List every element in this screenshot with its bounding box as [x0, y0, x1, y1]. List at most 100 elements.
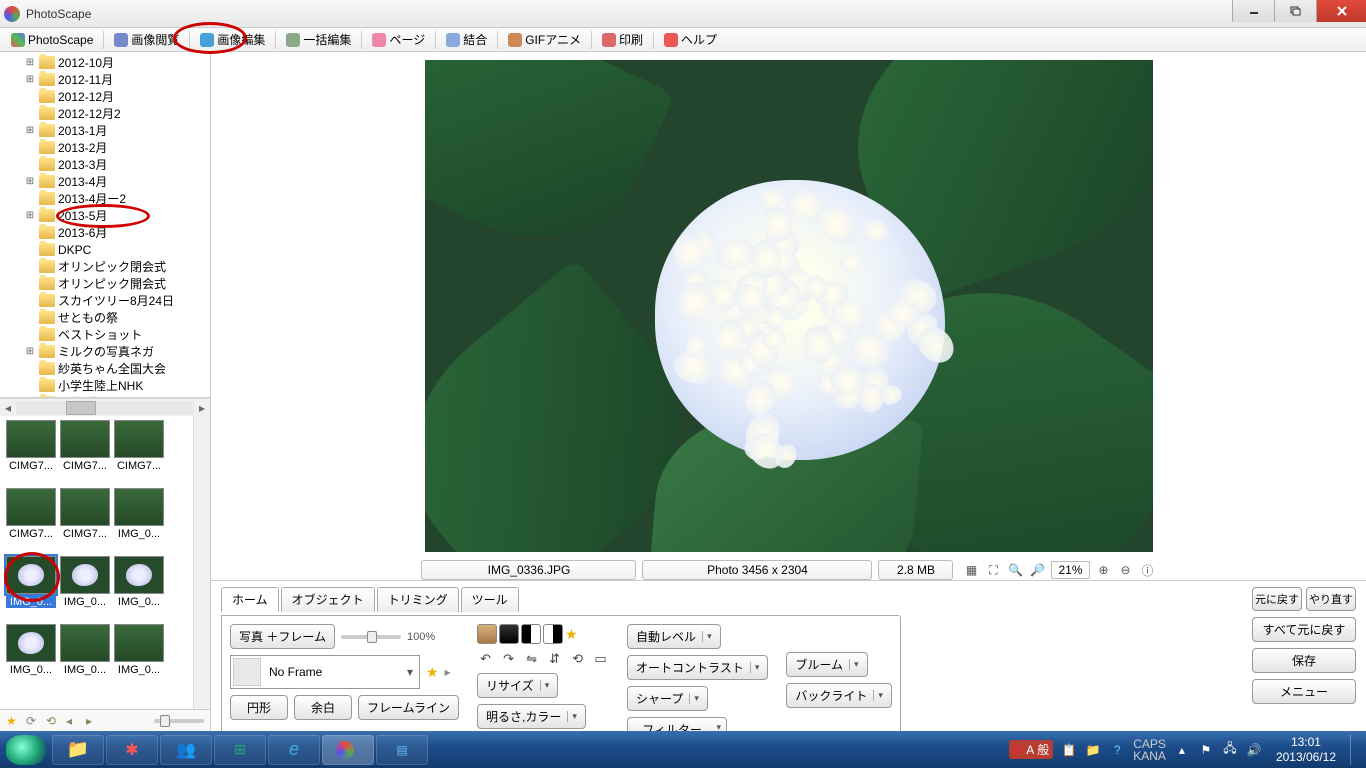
tree-item[interactable]: 紗英ちゃん全国大会: [0, 360, 210, 377]
tree-item[interactable]: ⊞ミルクの写真ネガ: [0, 343, 210, 360]
prev-icon[interactable]: ◂: [66, 714, 80, 728]
free-rotate-icon[interactable]: ⟲: [569, 650, 586, 667]
zoom-fit-icon[interactable]: 🔎: [1029, 562, 1045, 578]
redo-button[interactable]: やり直す: [1306, 587, 1356, 611]
thumb-size-slider[interactable]: [154, 719, 204, 723]
undo-button[interactable]: 元に戻す: [1252, 587, 1302, 611]
refresh-icon[interactable]: ⟳: [26, 714, 40, 728]
task-photoscape[interactable]: [322, 735, 374, 765]
tree-item[interactable]: ⊞2012-10月: [0, 54, 210, 71]
swatch-sepia[interactable]: [477, 624, 497, 644]
brightness-color-button[interactable]: 明るさ,カラー▾: [477, 704, 586, 729]
tray-chevron-icon[interactable]: ▴: [1174, 742, 1190, 758]
expand-icon[interactable]: ⊞: [24, 176, 36, 187]
tree-item[interactable]: ⊞2013-1月: [0, 122, 210, 139]
undo-all-button[interactable]: すべて元に戻す: [1252, 617, 1356, 642]
ime-indicator[interactable]: A 般: [1009, 740, 1053, 759]
sharpen-button[interactable]: シャープ▾: [627, 686, 708, 711]
scroll-left-button[interactable]: ◂: [0, 401, 16, 415]
toolbar-ヘルプ[interactable]: ヘルプ: [657, 28, 724, 51]
flip-v-icon[interactable]: ⇵: [546, 650, 563, 667]
thumbnail-item[interactable]: IMG_0...: [114, 488, 164, 552]
tray-flag-icon[interactable]: ⚑: [1198, 742, 1214, 758]
frame-next-icon[interactable]: ▸: [445, 665, 451, 679]
thumbnail-grid[interactable]: CIMG7...CIMG7...CIMG7...CIMG7...CIMG7...…: [0, 416, 210, 709]
tray-network-icon[interactable]: 🖧: [1222, 742, 1238, 758]
menu-button[interactable]: メニュー: [1252, 679, 1356, 704]
tree-item[interactable]: ⊞2013-5月: [0, 207, 210, 224]
thumbnail-item[interactable]: CIMG7...: [6, 488, 56, 552]
taskbar-clock[interactable]: 13:01 2013/06/12: [1276, 735, 1336, 764]
frame-favorite-icon[interactable]: ★: [426, 664, 439, 681]
toolbar-印刷[interactable]: 印刷: [595, 28, 650, 51]
tab-ホーム[interactable]: ホーム: [221, 587, 279, 612]
scroll-right-button[interactable]: ▸: [194, 401, 210, 415]
flip-h-icon[interactable]: ⇋: [523, 650, 540, 667]
folder-tree[interactable]: ⊞2012-10月⊞2012-11月2012-12月2012-12月2⊞2013…: [0, 52, 210, 398]
thumbnail-item[interactable]: IMG_0...: [60, 556, 110, 620]
toolbar-画像編集[interactable]: 画像編集: [193, 28, 272, 51]
next-icon[interactable]: ▸: [86, 714, 100, 728]
tree-item[interactable]: オリンピック閉会式: [0, 258, 210, 275]
rotate-ccw-icon[interactable]: ↶: [477, 650, 494, 667]
tab-オブジェクト[interactable]: オブジェクト: [281, 587, 375, 612]
task-ie[interactable]: e: [268, 735, 320, 765]
expand-icon[interactable]: ⊞: [24, 57, 36, 68]
maximize-button[interactable]: [1274, 0, 1316, 22]
minimize-button[interactable]: [1232, 0, 1274, 22]
tree-item[interactable]: ベストショット: [0, 326, 210, 343]
expand-icon[interactable]: ⊞: [24, 210, 36, 221]
start-button[interactable]: [6, 735, 46, 765]
rotate-icon[interactable]: ⟲: [46, 714, 60, 728]
tree-item[interactable]: DKPC: [0, 241, 210, 258]
save-button[interactable]: 保存: [1252, 648, 1356, 673]
tree-item[interactable]: せともの祭: [0, 309, 210, 326]
swatch-favorite-icon[interactable]: ★: [565, 626, 578, 643]
swatch-neg[interactable]: [543, 624, 563, 644]
rotate-cw-icon[interactable]: ↷: [500, 650, 517, 667]
photo-frame-button[interactable]: 写真 ＋フレーム: [230, 624, 335, 649]
task-messenger[interactable]: 👥: [160, 735, 212, 765]
swatch-bw[interactable]: [521, 624, 541, 644]
tree-item[interactable]: 2013-4月ー2: [0, 190, 210, 207]
toolbar-PhotoScape[interactable]: PhotoScape: [4, 30, 100, 50]
swatch-black[interactable]: [499, 624, 519, 644]
thumbnail-item[interactable]: CIMG7...: [114, 420, 164, 484]
thumbnail-item[interactable]: IMG_0...: [60, 624, 110, 688]
thumbnail-item[interactable]: IMG_0...: [6, 624, 56, 688]
task-explorer[interactable]: 📁: [52, 735, 104, 765]
toolbar-ページ[interactable]: ページ: [365, 28, 432, 51]
thumbnail-item[interactable]: CIMG7...: [6, 420, 56, 484]
zoom-out-icon[interactable]: ⊖: [1118, 562, 1134, 578]
backlight-button[interactable]: バックライト▾: [786, 683, 892, 708]
tree-item[interactable]: ⊞2013-4月: [0, 173, 210, 190]
task-app-1[interactable]: ✱: [106, 735, 158, 765]
task-excel[interactable]: ⊞: [214, 735, 266, 765]
toolbar-結合[interactable]: 結合: [439, 28, 494, 51]
expand-icon[interactable]: ⊞: [24, 346, 36, 357]
tree-item[interactable]: 2012-12月2: [0, 105, 210, 122]
tree-item[interactable]: 2013-2月: [0, 139, 210, 156]
frame-select[interactable]: No Frame ▾: [230, 655, 420, 689]
tree-item[interactable]: 2013-6月: [0, 224, 210, 241]
thumbnail-vscroll[interactable]: [193, 416, 210, 709]
toolbar-一括編集[interactable]: 一括編集: [279, 28, 358, 51]
task-app-2[interactable]: ▤: [376, 735, 428, 765]
zoom-in-icon[interactable]: ⊕: [1096, 562, 1112, 578]
thumbnail-item[interactable]: IMG_0...: [114, 556, 164, 620]
tray-help-icon[interactable]: ?: [1109, 742, 1125, 758]
thumbnail-item[interactable]: IMG_0...: [114, 624, 164, 688]
shape-circle-button[interactable]: 円形: [230, 695, 288, 720]
info-icon[interactable]: ⓘ: [1140, 562, 1156, 578]
margin-button[interactable]: 余白: [294, 695, 352, 720]
tree-item[interactable]: 小学生陸上NHK: [0, 377, 210, 394]
resize-button[interactable]: リサイズ▾: [477, 673, 558, 698]
auto-contrast-button[interactable]: オートコントラスト▾: [627, 655, 768, 680]
show-desktop-button[interactable]: [1350, 735, 1360, 765]
tree-item[interactable]: 2012-12月: [0, 88, 210, 105]
fit-icon[interactable]: ⛶: [985, 562, 1001, 578]
tray-icon-2[interactable]: 📁: [1085, 742, 1101, 758]
tree-item[interactable]: オリンピック開会式: [0, 275, 210, 292]
expand-icon[interactable]: ⊞: [24, 74, 36, 85]
tree-item[interactable]: ⊞2012-11月: [0, 71, 210, 88]
